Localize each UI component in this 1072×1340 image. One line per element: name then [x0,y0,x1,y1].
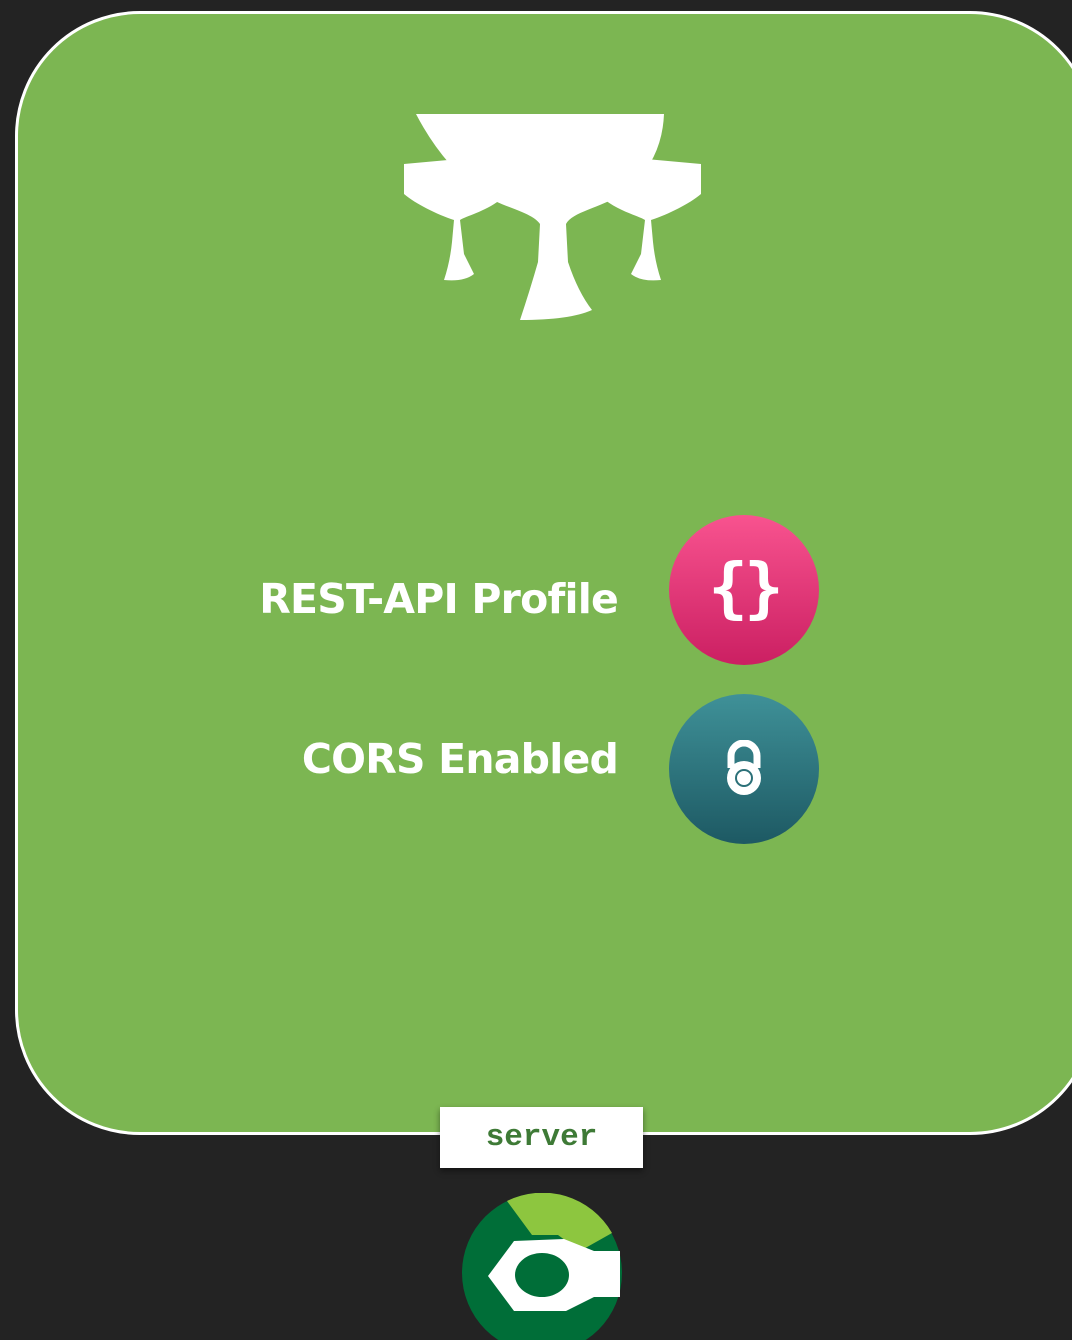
chalices-icon [404,114,701,320]
server-tag-label: server [485,1120,598,1155]
padlock-icon [727,740,761,795]
rest-api-badge: {} [669,515,819,665]
hexagon-ring-logo-icon [462,1193,622,1340]
rest-api-profile-label: REST-API Profile [259,575,619,623]
curly-braces-icon: {} [708,549,784,626]
cors-enabled-label: CORS Enabled [301,735,619,783]
server-tag: server [440,1107,643,1168]
cors-badge [669,694,819,844]
